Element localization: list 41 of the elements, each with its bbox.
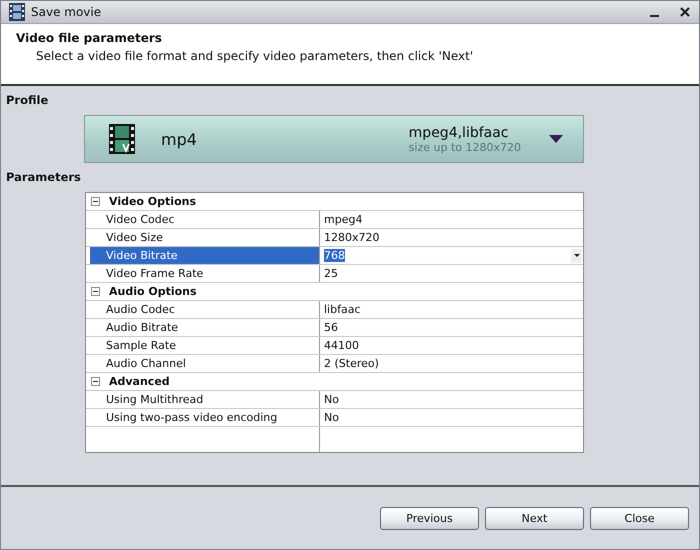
section-label: Parameters [6, 170, 82, 184]
page-description: Select a video file format and specify video parameters, then click 'Next' [36, 49, 474, 63]
film-icon [9, 3, 25, 21]
property-value[interactable]: 1280x720 [320, 229, 583, 246]
dialog-button[interactable]: Previous [380, 506, 479, 530]
section-label: Profile [6, 93, 50, 107]
property-name[interactable]: Sample Rate [90, 337, 320, 354]
property-name[interactable]: Video Frame Rate [90, 265, 320, 282]
collapse-icon[interactable] [91, 197, 100, 206]
group-heading: Audio Options [109, 285, 197, 298]
property-name[interactable]: Audio Bitrate [90, 319, 320, 336]
caret-icon [549, 135, 563, 143]
profile-dropdown[interactable]: mp4 mpeg4,libfaac size up to 1280x720 [84, 115, 584, 163]
property-value[interactable]: 25 [320, 265, 583, 282]
property-name[interactable]: Video Size [90, 229, 320, 246]
close-icon[interactable] [679, 6, 691, 18]
property-name[interactable]: Audio Codec [90, 301, 320, 318]
property-name[interactable]: Audio Channel [90, 355, 320, 372]
dialog-button[interactable]: Close [590, 506, 689, 530]
window-title: Save movie [31, 5, 102, 19]
dropdown-button[interactable] [571, 248, 582, 262]
group-heading: Advanced [109, 375, 170, 388]
property-value[interactable]: 56 [320, 319, 583, 336]
property-value[interactable]: No [320, 409, 583, 426]
page-title: Video file parameters [16, 31, 163, 45]
property-value[interactable]: No [320, 391, 583, 408]
caret-icon [574, 254, 580, 257]
collapse-icon[interactable] [91, 287, 100, 296]
property-value[interactable]: 768 [320, 247, 583, 264]
property-name[interactable]: Video Bitrate [90, 247, 320, 264]
property-name[interactable]: Using Multithread [90, 391, 320, 408]
property-value[interactable]: 44100 [320, 337, 583, 354]
property-name[interactable]: Video Codec [90, 211, 320, 228]
dialog-button[interactable]: Next [485, 506, 584, 530]
property-value[interactable]: mpeg4 [320, 211, 583, 228]
collapse-icon[interactable] [91, 377, 100, 386]
property-name[interactable]: Using two-pass video encoding [90, 409, 320, 426]
property-value[interactable]: libfaac [320, 301, 583, 318]
group-heading: Video Options [109, 195, 196, 208]
property-value[interactable]: 2 (Stereo) [320, 355, 583, 372]
film-icon [109, 124, 135, 154]
